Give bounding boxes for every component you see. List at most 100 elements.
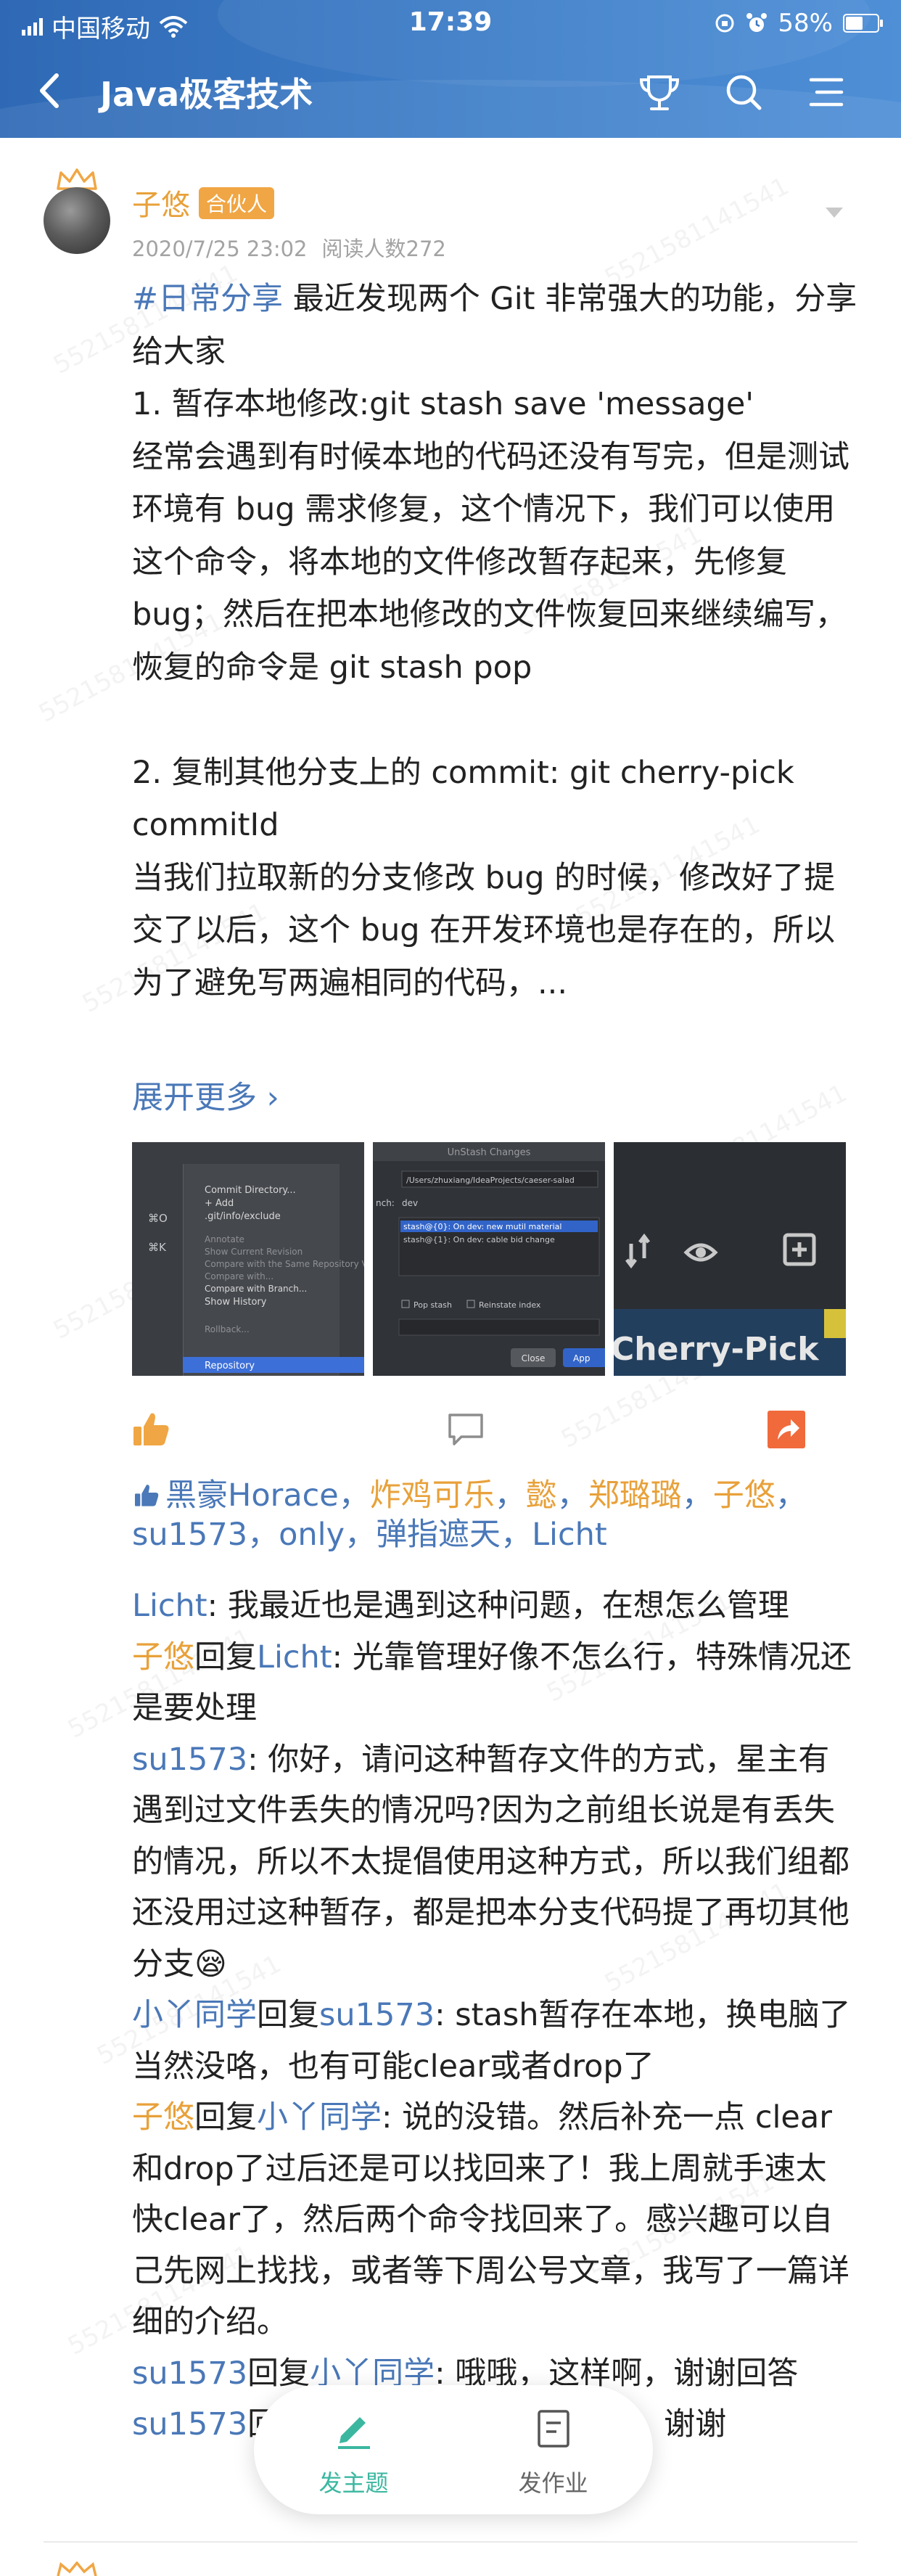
- partner-badge: 合伙人: [199, 187, 275, 219]
- like-user[interactable]: 懿: [526, 1477, 557, 1514]
- author-name[interactable]: 子悠: [132, 181, 190, 223]
- comment-author[interactable]: 子悠: [132, 2099, 194, 2136]
- like-small-icon: [135, 1485, 159, 1506]
- trophy-icon[interactable]: [634, 67, 685, 118]
- like-user[interactable]: 炸鸡可乐: [370, 1477, 495, 1514]
- like-icon[interactable]: [129, 1408, 173, 1451]
- post-homework-label: 发作业: [518, 2469, 588, 2497]
- dialog-branch-label: nch:: [376, 1198, 395, 1208]
- menu-item: .git/info/exclude: [205, 1211, 281, 1222]
- comment-item: su1573: 你好，请问这种暂存文件的方式，星主有遇到过文件丢失的情况吗?因为…: [132, 1734, 857, 1990]
- comment-item: 子悠回复Licht: 光靠管理好像不怎么行，特殊情况还是要处理: [132, 1632, 857, 1734]
- rotation-lock-icon: [715, 14, 734, 33]
- comment-reply-target[interactable]: 小丫同学: [257, 2099, 382, 2136]
- post-actions: [0, 1400, 901, 1459]
- menu-item: Commit Directory...: [205, 1185, 296, 1196]
- menu-item: Compare with the Same Repository Version: [205, 1259, 364, 1269]
- menu-key: ⌘O: [148, 1212, 168, 1225]
- document-icon: [538, 2410, 569, 2448]
- post-divider: [44, 2541, 857, 2543]
- like-user[interactable]: only: [279, 1517, 345, 1553]
- expand-more-link[interactable]: 展开更多 ›: [132, 1072, 279, 1117]
- floating-action-bar: 发主题 发作业: [254, 2385, 653, 2514]
- like-user[interactable]: 黑豪Horace: [165, 1477, 339, 1514]
- post-content: #日常分享 最近发现两个 Git 非常强大的功能，分享给大家 1. 暂存本地修改…: [132, 273, 857, 1009]
- stash-item: stash@{1}: On dev: cable bid change: [403, 1235, 555, 1244]
- comment-author[interactable]: Licht: [132, 1588, 207, 1624]
- status-bar: 中国移动 17:39 58%: [0, 0, 901, 48]
- battery-percent: 58%: [778, 9, 833, 38]
- like-list: 黑豪Horace，炸鸡可乐，懿，郑璐璐，子悠，su1573，only，弹指遮天，…: [132, 1476, 857, 1554]
- post-topic-button[interactable]: 发主题: [254, 2385, 453, 2514]
- app-header: 中国移动 17:39 58% Java极客技术: [0, 0, 901, 138]
- ide-context-menu: ⌘O ⌘K Commit Directory... + Add .git/inf…: [148, 1185, 364, 1373]
- comment-item: 子悠回复小丫同学: 说的没错。然后补充一点 clear和drop了过后还是可以找…: [132, 2092, 857, 2348]
- like-user[interactable]: 弹指遮天: [376, 1517, 501, 1553]
- menu-item: Rollback...: [205, 1324, 250, 1334]
- like-user[interactable]: 郑璐璐: [588, 1477, 682, 1514]
- comment-author[interactable]: su1573: [132, 1742, 247, 1778]
- content-spacer: [132, 694, 857, 747]
- post-homework-button[interactable]: 发作业: [453, 2385, 653, 2514]
- dialog-branch: dev: [402, 1198, 418, 1208]
- author-avatar[interactable]: [44, 167, 110, 254]
- like-separator: ，: [345, 1517, 377, 1553]
- like-user[interactable]: 子悠: [713, 1477, 775, 1514]
- comment-author[interactable]: su1573: [132, 2355, 247, 2392]
- menu-item: Compare with...: [205, 1271, 273, 1281]
- comment-author[interactable]: su1573: [132, 2406, 247, 2442]
- like-user[interactable]: su1573: [132, 1517, 247, 1553]
- image-thumbnail-3[interactable]: Cherry-Pick: [614, 1142, 846, 1376]
- like-separator: ，: [556, 1477, 588, 1514]
- image-thumbnail-1[interactable]: ⌘O ⌘K Commit Directory... + Add .git/inf…: [132, 1142, 364, 1376]
- comment-author[interactable]: 小丫同学: [132, 1997, 257, 2033]
- content-p1-title: 1. 暂存本地修改:git stash save 'message': [132, 386, 754, 422]
- avatar[interactable]: [44, 187, 110, 254]
- menu-item: Repository: [205, 1361, 255, 1371]
- search-icon[interactable]: [718, 67, 769, 118]
- like-separator: ，: [494, 1477, 526, 1514]
- pop-stash-checkbox: Pop stash: [414, 1300, 452, 1310]
- reply-word: 回复: [194, 1638, 257, 1675]
- alarm-icon: [746, 13, 768, 32]
- share-icon[interactable]: [765, 1408, 808, 1451]
- post-date: 2020/7/25 23:02: [132, 237, 308, 261]
- crown-icon: [57, 2561, 97, 2576]
- close-button-label: Close: [522, 1353, 546, 1363]
- content-p2-body: 当我们拉取新的分支修改 bug 的时候，修改好了提交了以后，这个 bug 在开发…: [132, 859, 836, 1001]
- chevron-down-icon[interactable]: [826, 208, 843, 218]
- like-separator: ，: [247, 1517, 279, 1553]
- like-user[interactable]: Licht: [532, 1517, 607, 1553]
- comment-reply-target[interactable]: Licht: [257, 1639, 332, 1675]
- menu-item: Show Current Revision: [205, 1247, 303, 1257]
- page-title: Java极客技术: [100, 75, 313, 114]
- comment-item: Licht: 我最近也是遇到这种问题，在想怎么管理: [132, 1580, 857, 1632]
- like-separator: ，: [501, 1517, 532, 1553]
- menu-item: Compare with Branch...: [205, 1284, 307, 1294]
- comment-author[interactable]: 子悠: [132, 1639, 194, 1675]
- menu-item: + Add: [205, 1198, 234, 1209]
- read-count: 阅读人数272: [321, 237, 446, 261]
- image-gallery: ⌘O ⌘K Commit Directory... + Add .git/inf…: [132, 1142, 846, 1376]
- menu-key: ⌘K: [148, 1241, 167, 1254]
- post-meta: 2020/7/25 23:02 阅读人数272: [132, 232, 446, 263]
- unstash-dialog: UnStash Changes /Users/zhuxiang/IdeaProj…: [373, 1142, 605, 1376]
- comment-icon[interactable]: [444, 1408, 487, 1451]
- comment-list: Licht: 我最近也是遇到这种问题，在想怎么管理 子悠回复Licht: 光靠管理…: [132, 1580, 857, 2450]
- comment-item: 小丫同学回复su1573: stash暂存在本地，换电脑了当然没咯，也有可能cl…: [132, 1990, 857, 2092]
- post-topic-label: 发主题: [318, 2469, 389, 2497]
- dialog-path: /Users/zhuxiang/IdeaProjects/caeser-sala…: [406, 1176, 575, 1185]
- menu-icon[interactable]: [801, 67, 852, 118]
- content-p1-body: 经常会遇到有时候本地的代码还没有写完，但是测试环境有 bug 需求修复，这个情况…: [132, 438, 849, 686]
- battery-icon: [843, 14, 883, 33]
- nav-bar: Java极客技术: [0, 48, 901, 135]
- image-thumbnail-2[interactable]: UnStash Changes /Users/zhuxiang/IdeaProj…: [373, 1142, 605, 1376]
- hashtag-link[interactable]: #日常分享: [132, 281, 283, 317]
- comment-text: : 我最近也是遇到这种问题，在想怎么管理: [207, 1588, 789, 1624]
- cherry-pick-label: Cherry-Pick: [614, 1331, 820, 1368]
- content-p2-title: 2. 复制其他分支上的 commit: git cherry-pick comm…: [132, 754, 794, 844]
- like-separator: ，: [681, 1477, 713, 1514]
- back-icon[interactable]: [29, 65, 73, 116]
- comment-reply-target[interactable]: su1573: [319, 1997, 435, 2033]
- like-separator: ，: [338, 1477, 370, 1514]
